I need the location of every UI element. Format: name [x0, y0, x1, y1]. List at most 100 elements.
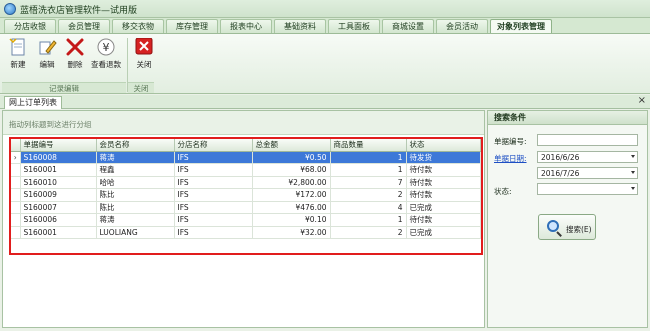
cell-amount: ¥32.00: [252, 226, 331, 239]
chevron-down-icon: [631, 187, 635, 190]
cell-amount: ¥172.00: [252, 188, 331, 202]
row-indicator: [11, 176, 21, 189]
cell-qty: 2: [330, 226, 407, 239]
table-row[interactable]: S160001 LUOLIANG IFS ¥32.00 2 已完成: [11, 226, 481, 239]
cell-doc-no: S160010: [20, 176, 97, 189]
edit-button-label: 编辑: [39, 60, 55, 69]
close-red-icon: [135, 38, 153, 55]
ribbon-group-close: 关闭: [128, 82, 154, 93]
column-header-member[interactable]: 会员名称: [96, 139, 175, 152]
cell-qty: 1: [330, 213, 407, 227]
cell-member: 陈比: [96, 188, 175, 202]
menu-tab-reports[interactable]: 报表中心: [220, 19, 272, 33]
svg-text:¥: ¥: [103, 41, 110, 54]
column-header-status[interactable]: 状态: [406, 139, 481, 152]
table-row[interactable]: › S160008 蒋涛 IFS ¥0.50 1 待发货: [11, 151, 481, 164]
cell-store: IFS: [174, 226, 253, 239]
column-header-qty[interactable]: 商品数量: [330, 139, 407, 152]
cell-member: 蒋涛: [96, 151, 175, 164]
row-indicator: [11, 163, 21, 177]
table-row[interactable]: S160001 程鑫 IFS ¥68.00 1 待付款: [11, 163, 481, 177]
cell-qty: 1: [330, 151, 407, 164]
cell-amount: ¥0.50: [252, 151, 331, 164]
view-refund-button[interactable]: ¥ 查看退款: [88, 38, 124, 74]
menu-tab-store-cashier[interactable]: 分店收银: [4, 19, 56, 33]
table-row[interactable]: S160009 陈比 IFS ¥172.00 2 待付款: [11, 188, 481, 202]
chevron-down-icon: [631, 155, 635, 158]
cell-member: 程鑫: [96, 163, 175, 177]
order-grid: 单据编号 会员名称 分店名称 总金额 商品数量 状态 › S160008 蒋涛 …: [9, 137, 483, 255]
table-row[interactable]: S160007 陈比 IFS ¥476.00 4 已完成: [11, 201, 481, 214]
grid-header-row: 单据编号 会员名称 分店名称 总金额 商品数量 状态: [11, 139, 481, 152]
delete-x-icon: [66, 38, 84, 56]
cell-member: LUOLIANG: [96, 226, 175, 239]
table-row[interactable]: S160006 蒋涛 IFS ¥0.10 1 待付款: [11, 213, 481, 227]
cell-store: IFS: [174, 188, 253, 202]
cell-qty: 7: [330, 176, 407, 189]
cell-store: IFS: [174, 176, 253, 189]
selected-row-indicator: ›: [11, 151, 21, 164]
cell-status: 已完成: [406, 226, 481, 239]
menu-tab-mall-settings[interactable]: 商城设置: [382, 19, 434, 33]
cell-member: 陈比: [96, 201, 175, 214]
row-indicator: [11, 201, 21, 214]
cell-status: 待付款: [406, 188, 481, 202]
edit-button[interactable]: 编辑: [33, 38, 61, 74]
order-list-panel: 拖动列标题到这进行分组 单据编号 会员名称 分店名称 总金额 商品数量 状态 ›…: [2, 110, 485, 328]
tab-online-orders[interactable]: 网上订单列表: [4, 96, 62, 109]
search-button-label: 搜索(E): [566, 225, 592, 234]
magnifier-icon: [547, 220, 559, 232]
cell-doc-no: S160007: [20, 201, 97, 214]
cell-store: IFS: [174, 213, 253, 227]
date-to-value: 2016/7/26: [541, 169, 580, 178]
cell-qty: 1: [330, 163, 407, 177]
new-button[interactable]: 新建: [4, 38, 32, 74]
cell-doc-no: S160008: [20, 151, 97, 164]
menu-tab-member-activity[interactable]: 会员活动: [436, 19, 488, 33]
date-to-picker[interactable]: 2016/7/26: [537, 167, 638, 179]
menu-tab-tools[interactable]: 工具面板: [328, 19, 380, 33]
search-button[interactable]: 搜索(E): [538, 214, 596, 240]
close-button[interactable]: 关闭: [130, 38, 158, 74]
group-by-area[interactable]: 拖动列标题到这进行分组: [3, 111, 484, 135]
new-document-icon: [9, 38, 25, 56]
column-header-doc-no[interactable]: 单据编号: [20, 139, 97, 152]
cell-status: 待付款: [406, 213, 481, 227]
date-from-picker[interactable]: 2016/6/26: [537, 151, 638, 163]
menu-tab-transfer[interactable]: 移交衣物: [112, 19, 164, 33]
edit-pencil-icon: [39, 40, 57, 55]
search-panel-title: 搜索条件: [488, 111, 647, 125]
cell-doc-no: S160001: [20, 226, 97, 239]
cell-amount: ¥0.10: [252, 213, 331, 227]
menu-tab-member[interactable]: 会员管理: [58, 19, 110, 33]
ribbon: 新建 编辑 删除 ¥ 查看退款 关闭 记录编辑 关闭: [0, 34, 650, 94]
menu-tab-inventory[interactable]: 库存管理: [166, 19, 218, 33]
menu-tab-basic-data[interactable]: 基础资料: [274, 19, 326, 33]
menu-tab-object-list[interactable]: 对象列表管理: [490, 19, 552, 33]
group-by-hint: 拖动列标题到这进行分组: [9, 120, 92, 129]
cell-member: 蒋涛: [96, 213, 175, 227]
cell-store: IFS: [174, 151, 253, 164]
doc-no-input[interactable]: [537, 134, 638, 146]
column-header-amount[interactable]: 总金额: [252, 139, 331, 152]
row-indicator: [11, 188, 21, 202]
row-indicator: [11, 213, 21, 227]
cell-status: 待发货: [406, 151, 481, 164]
row-indicator: [11, 226, 21, 239]
title-bar: 蓝梧洗衣店管理软件—试用版: [0, 0, 650, 18]
delete-button[interactable]: 删除: [61, 38, 89, 74]
cell-status: 待付款: [406, 176, 481, 189]
row-indicator-header: [11, 139, 21, 152]
column-header-store[interactable]: 分店名称: [174, 139, 253, 152]
chevron-down-icon: [631, 171, 635, 174]
menu-bar: 分店收银 会员管理 移交衣物 库存管理 报表中心 基础资料 工具面板 商城设置 …: [0, 18, 650, 34]
status-select[interactable]: [537, 183, 638, 195]
view-refund-button-label: 查看退款: [91, 60, 121, 69]
table-row[interactable]: S160010 哈哈 IFS ¥2,800.00 7 待付款: [11, 176, 481, 189]
cell-store: IFS: [174, 201, 253, 214]
doc-date-link[interactable]: 单据日期:: [494, 153, 527, 164]
cell-amount: ¥476.00: [252, 201, 331, 214]
delete-button-label: 删除: [67, 60, 83, 69]
cell-amount: ¥2,800.00: [252, 176, 331, 189]
close-tab-icon[interactable]: ×: [638, 95, 646, 106]
